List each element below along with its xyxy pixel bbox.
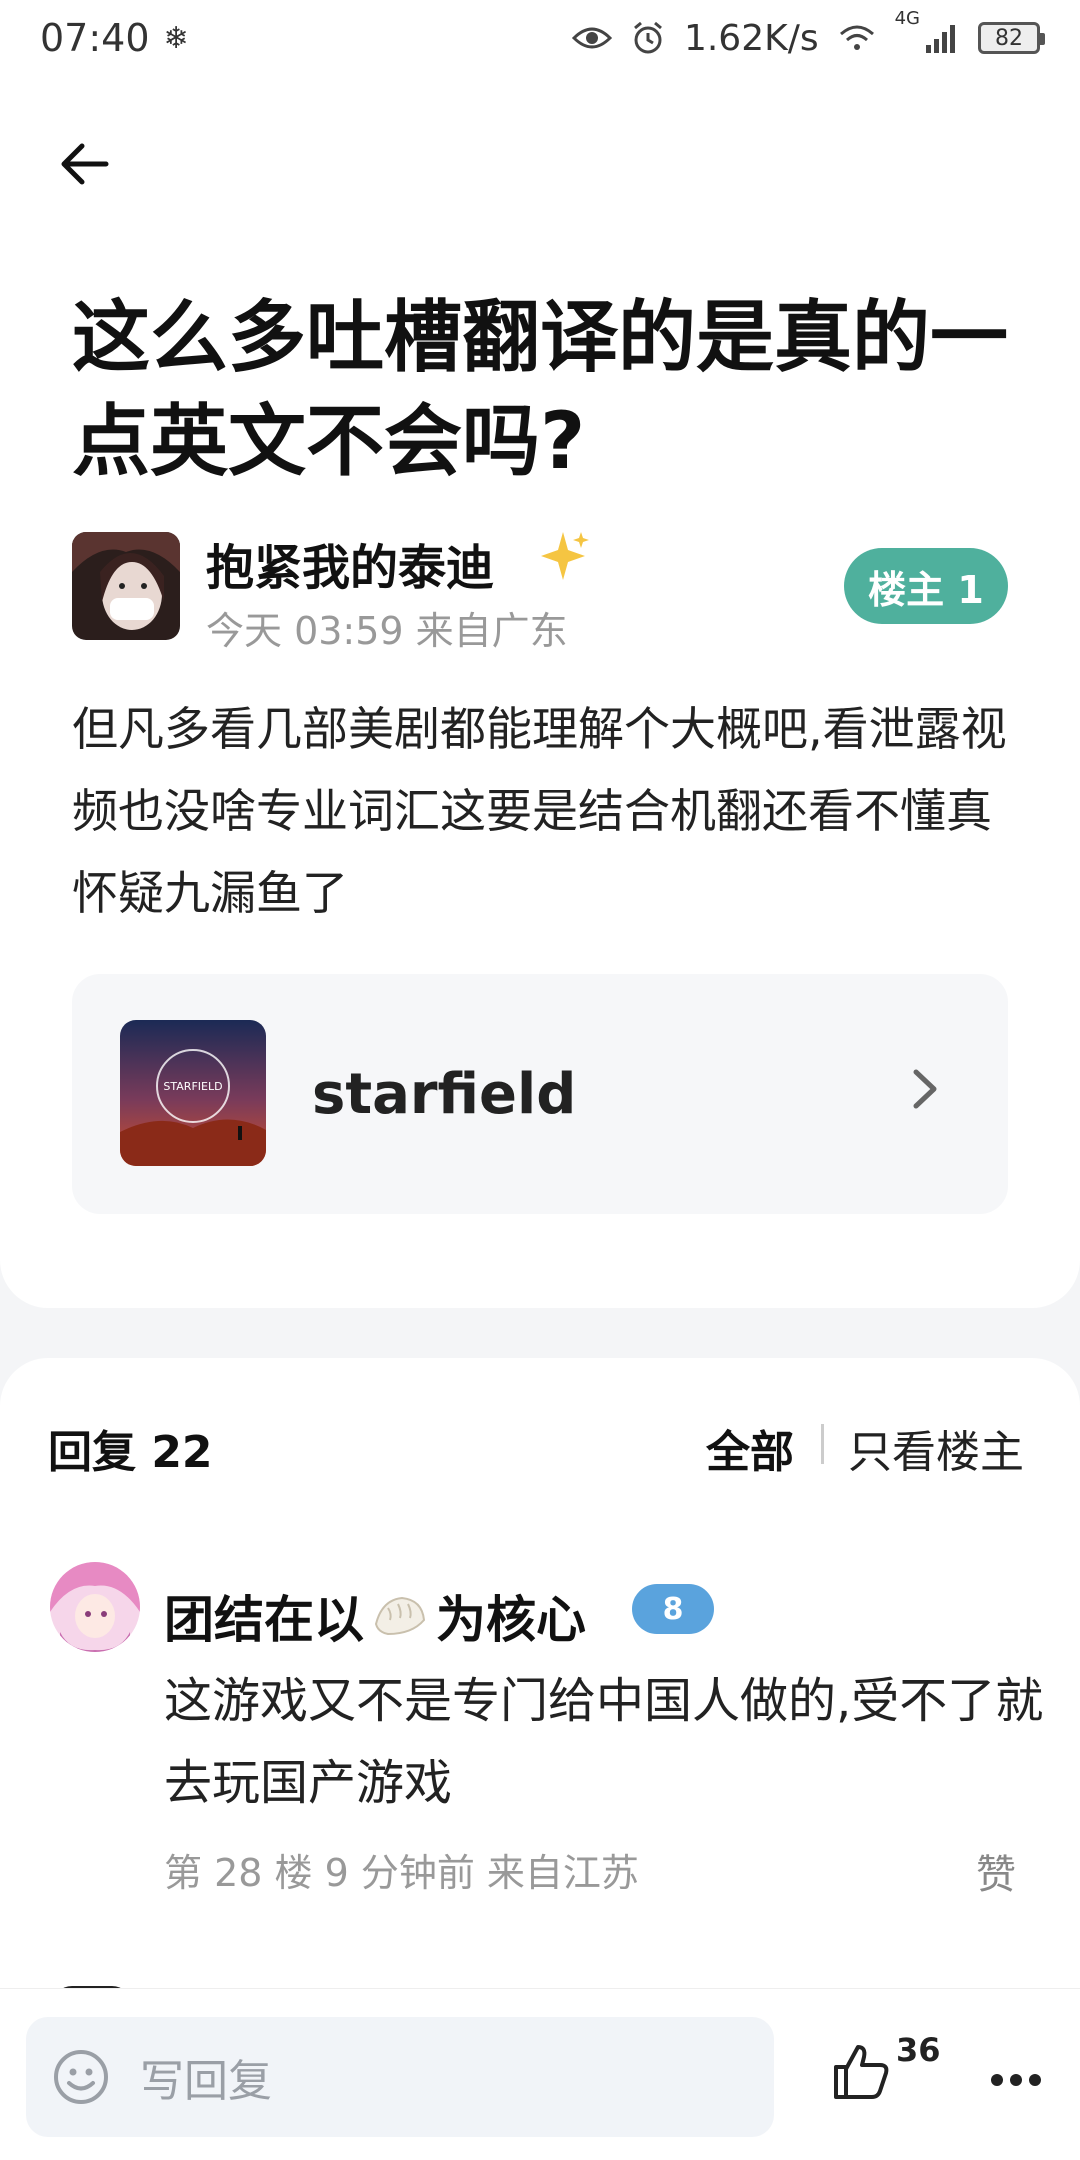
chevron-right-icon [913,1069,937,1109]
thumbs-up-icon[interactable] [832,2041,890,2101]
post-title: 这么多吐槽翻译的是真的一点英文不会吗? [72,293,1009,487]
reply-avatar[interactable] [50,1562,140,1652]
wifi-icon [839,25,874,50]
bottom-action-bar: 写回复 36 [0,1988,1080,2160]
reply-like-button[interactable]: 赞 [976,1842,1016,1900]
op-badge: 楼主 1 [844,548,1008,624]
signal-label: 4G [894,7,920,29]
author-avatar[interactable] [72,532,180,640]
filter-op-only-tab[interactable]: 只看楼主 [848,1416,1024,1480]
reply-username[interactable]: 团结在以 为核心 [164,1580,586,1652]
reply-input-placeholder: 写回复 [140,2056,272,2107]
post-meta: 今天 03:59 来自广东 [206,609,568,653]
game-link-card[interactable]: STARFIELD starfield [72,974,1008,1214]
game-thumbnail: STARFIELD [120,1020,266,1166]
user-level-badge: 8 [632,1584,714,1634]
replies-section: 回复 22 全部 只看楼主 团结在以 为核心 8 这游戏又不是专门给中国人做的,… [0,1358,1080,2008]
eye-icon [571,27,612,49]
battery-icon: 82 [978,22,1045,54]
post-card: 这么多吐槽翻译的是真的一点英文不会吗? 抱紧我的泰迪 今天 03:59 来自广东… [0,76,1080,1308]
dumpling-icon [374,1596,426,1636]
emoji-icon[interactable] [52,2048,110,2106]
filter-all-tab[interactable]: 全部 [706,1416,794,1480]
status-time: 07:40 [40,16,150,60]
battery-level: 82 [995,25,1023,51]
reply-meta: 第 28 楼 9 分钟前 来自江苏 [164,1851,639,1895]
more-dots-icon[interactable] [990,2073,1042,2087]
status-bar: 07:40 ❄ 1.62K/s 4G 82 [0,0,1080,76]
back-arrow-icon [61,143,109,185]
reply-text: 这游戏又不是专门给中国人做的,受不了就去玩国产游戏 [164,1673,1044,1811]
net-speed: 1.62K/s [683,17,819,59]
reply-username-prefix: 团结在以 [164,1591,364,1649]
post-body: 但凡多看几部美剧都能理解个大概吧,看泄露视频也没啥专业词汇这要是结合机翻还看不懂… [72,702,1007,920]
alarm-icon [633,21,662,54]
replies-count: 回复 22 [48,1427,213,1478]
back-button[interactable] [44,124,124,204]
signal-icon [926,25,955,53]
sparkle-icon [541,532,589,580]
game-thumb-text: STARFIELD [163,1080,222,1093]
status-right: 1.62K/s 4G 82 [571,8,1045,59]
author-name[interactable]: 抱紧我的泰迪 [206,528,494,598]
snowflake-icon: ❄ [163,20,189,56]
reply-input[interactable]: 写回复 [26,2017,774,2137]
filter-divider [821,1424,824,1464]
like-count: 36 [896,2031,941,2069]
reply-username-suffix: 为核心 [436,1591,586,1649]
game-name: starfield [312,1062,577,1127]
